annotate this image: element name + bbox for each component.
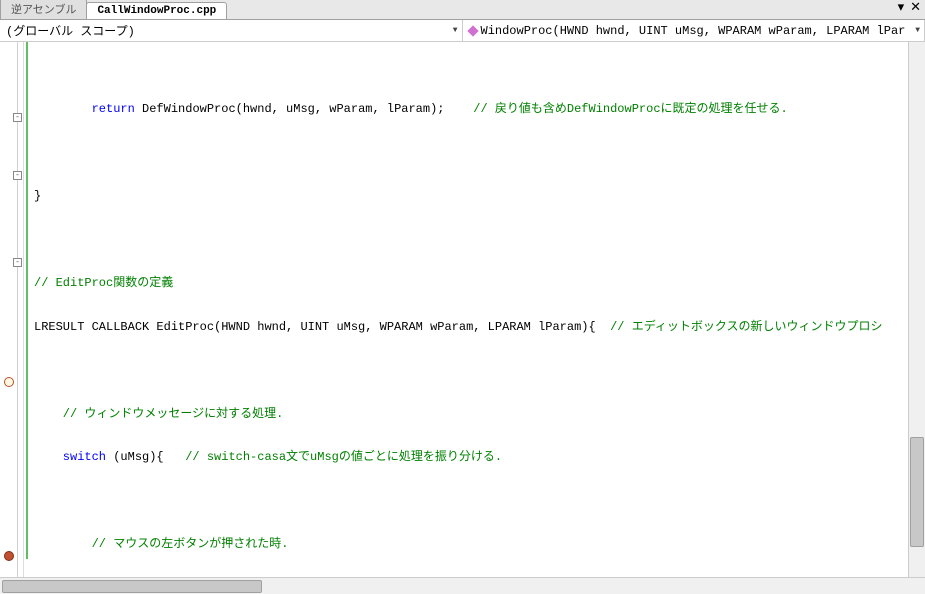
vertical-scrollbar[interactable] [908, 42, 925, 577]
horizontal-scrollbar[interactable] [0, 577, 925, 594]
method-icon [467, 25, 478, 36]
tab-source-file[interactable]: CallWindowProc.cpp [86, 2, 227, 19]
code-editor[interactable]: return DefWindowProc(hwnd, uMsg, wParam,… [24, 42, 908, 577]
pane-controls: ▾ ✕ [898, 0, 921, 16]
dropdown-icon[interactable]: ▾ [898, 0, 905, 16]
tab-bar: 逆アセンブル CallWindowProc.cpp ▾ ✕ [0, 0, 925, 20]
close-icon[interactable]: ✕ [910, 0, 921, 16]
fold-toggle[interactable]: - [13, 113, 22, 122]
gutter[interactable]: - - - [0, 42, 24, 577]
breakpoint-marker[interactable] [4, 551, 14, 561]
scroll-thumb[interactable] [910, 437, 924, 547]
chevron-down-icon: ▼ [453, 26, 458, 35]
scope-dropdown[interactable]: (グローバル スコープ) ▼ [0, 20, 463, 41]
scope-label: (グローバル スコープ) [6, 22, 135, 39]
chevron-down-icon: ▼ [915, 26, 920, 35]
outline-bar [17, 42, 18, 577]
scope-indicator [26, 42, 28, 559]
fold-toggle[interactable]: - [13, 258, 22, 267]
fold-toggle[interactable]: - [13, 171, 22, 180]
editor-area: - - - return DefWindowProc(hwnd, uMsg, w… [0, 42, 925, 577]
breakpoint-marker[interactable] [4, 377, 14, 387]
function-dropdown[interactable]: WindowProc(HWND hwnd, UINT uMsg, WPARAM … [463, 20, 925, 41]
tab-disassembly[interactable]: 逆アセンブル [0, 0, 87, 19]
navigation-bar: (グローバル スコープ) ▼ WindowProc(HWND hwnd, UIN… [0, 20, 925, 42]
function-label: WindowProc(HWND hwnd, UINT uMsg, WPARAM … [481, 24, 906, 38]
